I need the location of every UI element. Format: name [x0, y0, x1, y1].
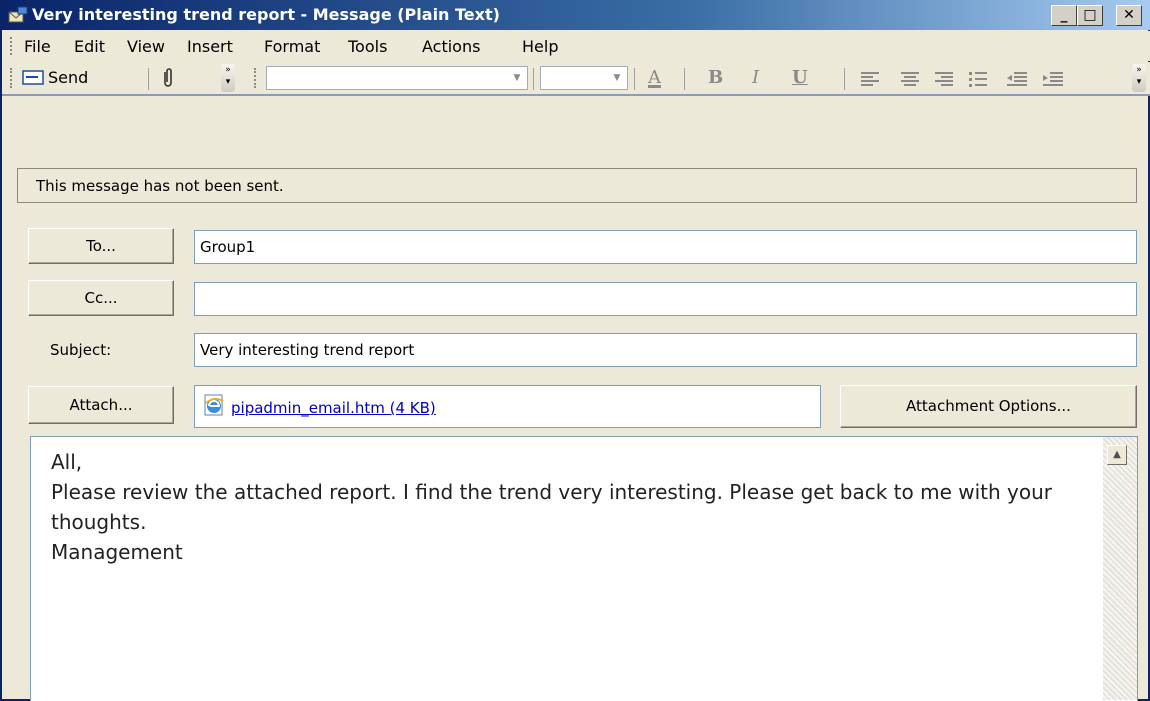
chevron-down-icon: ▼	[613, 73, 621, 83]
menu-edit[interactable]: Edit	[74, 37, 105, 56]
toolbar-overflow-chevron[interactable]: » ▾	[221, 64, 235, 92]
attachment-link[interactable]: pipadmin_email.htm (4 KB)	[231, 399, 436, 417]
menu-format[interactable]: Format	[264, 37, 320, 56]
to-field[interactable]: Group1	[194, 230, 1137, 264]
close-button[interactable]: ✕	[1116, 5, 1142, 26]
attachment-field: pipadmin_email.htm (4 KB)	[194, 385, 821, 428]
send-icon	[22, 70, 44, 85]
increase-indent-icon[interactable]	[1042, 71, 1064, 91]
font-size-combo[interactable]: ▼	[540, 66, 628, 90]
decrease-indent-icon[interactable]	[1006, 71, 1028, 91]
toolbar-separator	[533, 68, 534, 90]
bold-button[interactable]: B	[708, 67, 723, 88]
menu-file[interactable]: File	[24, 37, 51, 56]
toolbar-separator	[148, 68, 149, 90]
scroll-up-arrow-icon[interactable]: ▲	[1107, 445, 1127, 465]
maximize-button[interactable]: □	[1077, 5, 1103, 26]
toolbar: Send » ▾ ▼ ▼ A B I U » ▾	[2, 62, 1150, 96]
message-icon	[8, 6, 28, 24]
cc-field[interactable]	[194, 282, 1137, 316]
attach-button[interactable]: Attach...	[28, 386, 174, 424]
toolbar-grip-handle[interactable]	[10, 68, 15, 88]
align-left-icon[interactable]	[860, 71, 880, 91]
toolbar-separator	[844, 68, 845, 90]
to-button[interactable]: To...	[28, 228, 174, 264]
menu-view[interactable]: View	[127, 37, 165, 56]
attachment-options-button[interactable]: Attachment Options...	[840, 385, 1137, 428]
menu-tools[interactable]: Tools	[348, 37, 387, 56]
align-right-icon[interactable]	[934, 71, 954, 91]
vertical-scrollbar[interactable]: ▲	[1103, 437, 1137, 700]
menu-help[interactable]: Help	[522, 37, 558, 56]
subject-field[interactable]: Very interesting trend report	[194, 333, 1137, 367]
send-label: Send	[48, 68, 89, 87]
body-line: Management	[51, 540, 183, 564]
info-bar-text: This message has not been sent.	[36, 177, 284, 195]
subject-field-value: Very interesting trend report	[200, 341, 415, 359]
underline-button[interactable]: U	[792, 67, 808, 88]
body-line: All,	[51, 450, 83, 474]
body-line: Please review the attached report. I fin…	[51, 480, 1059, 534]
format-toolbar-grip-handle[interactable]	[254, 68, 259, 88]
format-toolbar-overflow-chevron[interactable]: » ▾	[1132, 64, 1146, 92]
toolbar-separator	[684, 68, 685, 90]
align-center-icon[interactable]	[900, 71, 920, 91]
subject-label: Subject:	[50, 341, 112, 359]
font-name-combo[interactable]: ▼	[266, 66, 528, 90]
window-title: Very interesting trend report - Message …	[32, 5, 500, 24]
menu-insert[interactable]: Insert	[187, 37, 233, 56]
title-bar[interactable]: Very interesting trend report - Message …	[2, 0, 1150, 30]
message-window: Very interesting trend report - Message …	[0, 0, 1150, 701]
to-field-value: Group1	[200, 238, 256, 256]
menu-grip-handle[interactable]	[10, 37, 15, 55]
minimize-button[interactable]: _	[1051, 5, 1077, 26]
toolbar-separator	[634, 68, 635, 90]
message-body[interactable]: All, Please review the attached report. …	[30, 436, 1138, 701]
paperclip-icon[interactable]	[160, 67, 176, 89]
chevron-down-icon: ▼	[513, 73, 521, 83]
info-bar: This message has not been sent.	[17, 168, 1137, 203]
message-body-text: All, Please review the attached report. …	[51, 447, 1101, 567]
bullets-icon[interactable]	[968, 71, 988, 91]
menu-actions[interactable]: Actions	[422, 37, 480, 56]
ie-document-icon	[203, 394, 225, 416]
cc-button[interactable]: Cc...	[28, 280, 174, 316]
font-color-button[interactable]: A	[648, 67, 661, 88]
menu-bar: File Edit View Insert Format Tools Actio…	[2, 31, 1150, 61]
italic-button[interactable]: I	[752, 67, 759, 88]
